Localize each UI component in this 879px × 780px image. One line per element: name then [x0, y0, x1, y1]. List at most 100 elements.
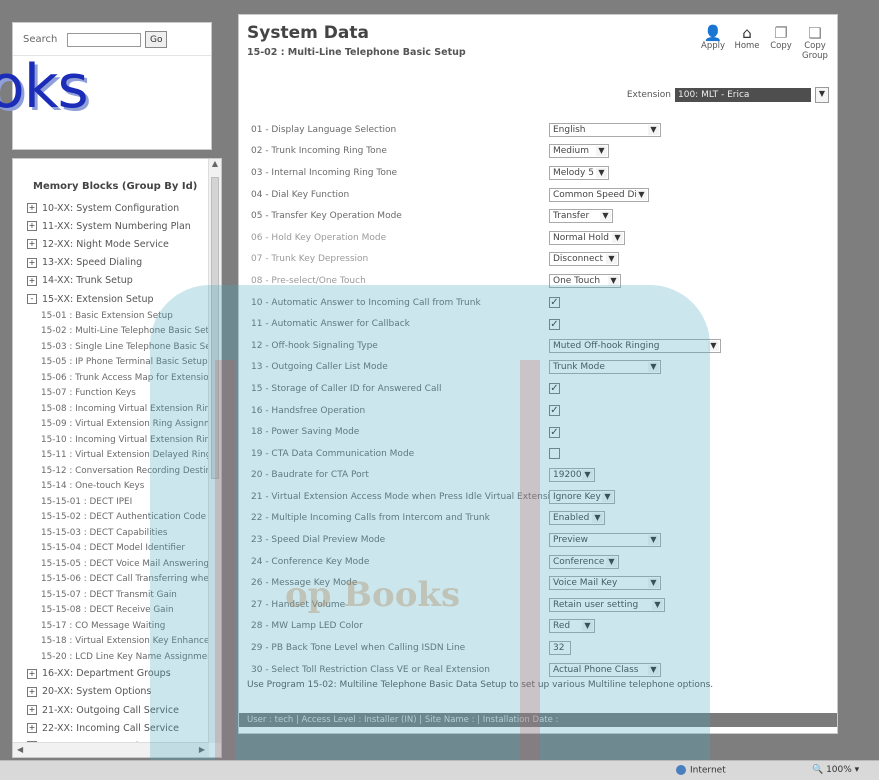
tree-item[interactable]: +11-XX: System Numbering Plan: [27, 217, 205, 235]
tree-child-item[interactable]: 15-14 : One-touch Keys: [27, 479, 205, 495]
tree-item[interactable]: +20-XX: System Options: [27, 683, 205, 701]
setting-select[interactable]: Muted Off-hook Ringing ▼: [549, 338, 721, 353]
scroll-up-icon[interactable]: ▲: [209, 159, 221, 171]
tree-vertical-scrollbar[interactable]: ▲: [208, 159, 221, 743]
setting-select[interactable]: Actual Phone Class ▼: [549, 662, 661, 677]
tree-child-item[interactable]: 15-15-07 : DECT Transmit Gain: [27, 587, 205, 603]
scroll-thumb[interactable]: [211, 177, 219, 479]
tree-child-item[interactable]: 15-08 : Incoming Virtual Extension Ring …: [27, 401, 221, 417]
setting-checkbox[interactable]: ✓: [549, 426, 560, 438]
tree-child-item[interactable]: 15-05 : IP Phone Terminal Basic Setup: [27, 355, 208, 371]
copy-group-button[interactable]: ❏ Copy Group: [801, 25, 829, 61]
extension-select[interactable]: 100: MLT - Erica: [675, 88, 811, 102]
expand-icon[interactable]: +: [27, 705, 37, 716]
home-button[interactable]: ⌂ Home: [733, 25, 761, 61]
setting-select[interactable]: Melody 5 ▼: [549, 165, 609, 180]
setting-select[interactable]: Transfer ▼: [549, 209, 613, 224]
chevron-down-icon[interactable]: ▼: [596, 146, 607, 157]
tree-item[interactable]: +22-XX: Incoming Call Service: [27, 719, 205, 737]
chevron-down-icon[interactable]: ▼: [815, 87, 829, 103]
tree-item[interactable]: +21-XX: Outgoing Call Service: [27, 701, 205, 719]
chevron-down-icon[interactable]: ▼: [648, 362, 659, 373]
setting-select[interactable]: English ▼: [549, 122, 661, 137]
chevron-down-icon[interactable]: ▼: [596, 167, 607, 178]
tree-child-item[interactable]: 15-12 : Conversation Recording Destinati: [27, 463, 221, 479]
setting-checkbox[interactable]: [549, 448, 560, 460]
collapse-icon[interactable]: -: [27, 294, 37, 305]
expand-icon[interactable]: +: [27, 239, 37, 250]
chevron-down-icon[interactable]: ▼: [648, 578, 659, 589]
tree-child-item[interactable]: 15-15-03 : DECT Capabilities: [27, 525, 205, 541]
setting-checkbox[interactable]: ✓: [549, 297, 560, 309]
tree-child-item[interactable]: 15-06 : Trunk Access Map for Extensions: [27, 370, 219, 386]
chevron-down-icon[interactable]: ▼: [582, 621, 593, 632]
chevron-down-icon[interactable]: ▼: [606, 254, 617, 265]
tree-child-item[interactable]: 15-01 : Basic Extension Setup: [27, 308, 205, 324]
setting-select[interactable]: Preview ▼: [549, 533, 661, 548]
chevron-down-icon[interactable]: ▼: [708, 340, 719, 351]
setting-select[interactable]: Conference ▼: [549, 554, 619, 569]
setting-checkbox[interactable]: ✓: [549, 405, 560, 417]
apply-button[interactable]: 👤 Apply: [699, 25, 727, 61]
expand-icon[interactable]: +: [27, 723, 37, 734]
tree-child-item[interactable]: 15-18 : Virtual Extension Key Enhanced C: [27, 634, 221, 650]
chevron-down-icon[interactable]: ▼: [648, 664, 659, 675]
setting-select[interactable]: 19200 ▼: [549, 468, 595, 483]
tree-item[interactable]: +13-XX: Speed Dialing: [27, 254, 205, 272]
tree-child-item[interactable]: 15-17 : CO Message Waiting: [27, 618, 205, 634]
chevron-down-icon[interactable]: ▼: [636, 189, 647, 200]
chevron-down-icon[interactable]: ▼: [582, 470, 593, 481]
tree-child-item[interactable]: 15-02 : Multi-Line Telephone Basic Setup: [27, 324, 220, 340]
setting-select[interactable]: Normal Hold ▼: [549, 230, 625, 245]
tree-child-item[interactable]: 15-15-05 : DECT Voice Mail Answering wh: [27, 556, 221, 572]
tree-child-item[interactable]: 15-03 : Single Line Telephone Basic Setu…: [27, 339, 221, 355]
chevron-down-icon[interactable]: ▼: [648, 124, 659, 135]
expand-icon[interactable]: +: [27, 221, 37, 232]
chevron-down-icon[interactable]: ▼: [648, 535, 659, 546]
expand-icon[interactable]: +: [27, 275, 37, 286]
expand-icon[interactable]: +: [27, 203, 37, 214]
tree-child-item[interactable]: 15-15-04 : DECT Model Identifier: [27, 541, 205, 557]
copy-button[interactable]: ❐ Copy: [767, 25, 795, 61]
chevron-down-icon[interactable]: ▼: [652, 599, 663, 610]
tree-child-item[interactable]: 15-15-06 : DECT Call Transferring when (: [27, 572, 221, 588]
chevron-down-icon[interactable]: ▼: [600, 211, 611, 222]
scroll-left-icon[interactable]: ◀: [17, 745, 23, 754]
setting-select[interactable]: One Touch ▼: [549, 273, 621, 288]
tree-child-item[interactable]: 15-09 : Virtual Extension Ring Assignmen: [27, 417, 221, 433]
setting-select[interactable]: Red ▼: [549, 619, 595, 634]
chevron-down-icon[interactable]: ▼: [592, 513, 603, 524]
zoom-control[interactable]: 🔍 100% ▾: [812, 765, 859, 775]
tree-item[interactable]: +14-XX: Trunk Setup: [27, 272, 205, 290]
setting-select[interactable]: Voice Mail Key ▼: [549, 576, 661, 591]
chevron-down-icon[interactable]: ▼: [606, 556, 617, 567]
setting-select[interactable]: Medium ▼: [549, 144, 609, 159]
expand-icon[interactable]: +: [27, 686, 37, 697]
scroll-right-icon[interactable]: ▶: [199, 745, 205, 754]
tree-horizontal-scrollbar[interactable]: ◀ ▶: [13, 742, 209, 757]
tree-item[interactable]: +10-XX: System Configuration: [27, 199, 205, 217]
chevron-down-icon[interactable]: ▼: [608, 275, 619, 286]
tree-child-item[interactable]: 15-11 : Virtual Extension Delayed Ring A…: [27, 448, 221, 464]
setting-text-input[interactable]: 32: [549, 641, 571, 656]
expand-icon[interactable]: +: [27, 257, 37, 268]
tree-item[interactable]: +16-XX: Department Groups: [27, 665, 205, 683]
chevron-down-icon[interactable]: ▼: [612, 232, 623, 243]
setting-checkbox[interactable]: ✓: [549, 383, 560, 395]
setting-checkbox[interactable]: ✓: [549, 318, 560, 330]
setting-select[interactable]: Common Speed Dial ▼: [549, 187, 649, 202]
search-input[interactable]: [67, 32, 141, 47]
tree-child-item[interactable]: 15-15-08 : DECT Receive Gain: [27, 603, 205, 619]
tree-item[interactable]: +12-XX: Night Mode Service: [27, 235, 205, 253]
tree-child-item[interactable]: 15-10 : Incoming Virtual Extension Ring …: [27, 432, 221, 448]
tree-item[interactable]: -15-XX: Extension Setup: [27, 290, 205, 308]
setting-select[interactable]: Enabled ▼: [549, 511, 605, 526]
setting-select[interactable]: Disconnect ▼: [549, 252, 619, 267]
setting-select[interactable]: Trunk Mode ▼: [549, 360, 661, 375]
tree-child-item[interactable]: 15-15-01 : DECT IPEI: [27, 494, 205, 510]
tree-child-item[interactable]: 15-20 : LCD Line Key Name Assignment: [27, 649, 216, 665]
setting-select[interactable]: Ignore Key ▼: [549, 489, 615, 504]
chevron-down-icon[interactable]: ▼: [602, 491, 613, 502]
tree-child-item[interactable]: 15-15-02 : DECT Authentication Code: [27, 510, 206, 526]
go-button[interactable]: Go: [145, 31, 168, 48]
